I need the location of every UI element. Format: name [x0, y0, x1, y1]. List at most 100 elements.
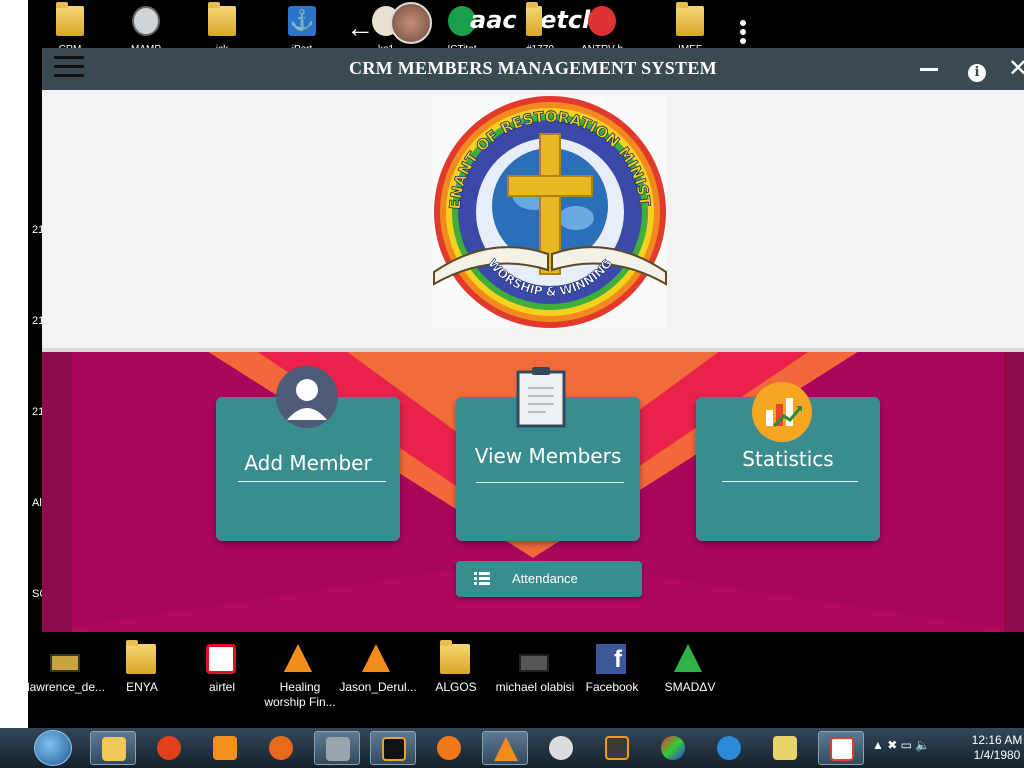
video-icon	[50, 654, 80, 672]
facebook-icon: f	[596, 644, 626, 674]
desktop-icon-algos[interactable]: ALGOS	[416, 640, 496, 724]
desktop-icon-label: lawrence_de...	[26, 680, 106, 694]
title-bar: CRM MEMBERS MANAGEMENT SYSTEM i ✕	[42, 48, 1024, 90]
desktop-icon-jason-derulo[interactable]: Jason_Derul...	[338, 644, 418, 724]
uc-browser-icon	[213, 736, 237, 760]
taskbar-paint[interactable]	[650, 731, 696, 765]
taskbar-sublime[interactable]	[594, 731, 640, 765]
taskbar-firefox[interactable]	[258, 731, 304, 765]
desktop-icon-imef[interactable]: IMEF	[668, 2, 712, 55]
folder-icon	[440, 640, 470, 674]
desktop-icon-label: Facebook	[585, 680, 639, 694]
crm-app-window: CRM MEMBERS MANAGEMENT SYSTEM i ✕ COVENA…	[42, 48, 1024, 632]
card-divider	[238, 481, 386, 482]
close-icon[interactable]: ✕	[1008, 57, 1024, 81]
add-member-label: Add Member	[244, 451, 372, 475]
desktop-icon-airtel[interactable]: airtel	[182, 644, 262, 724]
firefox-icon	[269, 736, 293, 760]
list-icon	[474, 572, 490, 585]
taskbar-java[interactable]	[818, 731, 864, 765]
sublime-icon	[605, 736, 629, 760]
taskbar-disk[interactable]	[314, 731, 360, 765]
desktop-icon-label: Jason_Derul...	[339, 680, 417, 694]
logo-area: COVENANT OF RESTORATION MINISTRIES WORSH…	[42, 90, 1024, 348]
explorer-icon	[102, 737, 126, 761]
desktop-left-strip	[0, 0, 28, 728]
taskbar-uc-browser[interactable]	[202, 731, 248, 765]
desktop-icon-label: Healing worship Fin...	[264, 680, 336, 709]
desktop-icon-facebook[interactable]: f Facebook	[572, 644, 652, 724]
clock-time: 12:16 AM	[971, 733, 1023, 747]
vlc-icon	[362, 644, 392, 674]
folder-icon	[208, 2, 236, 36]
taskbar-explorer[interactable]	[90, 731, 136, 765]
desktop-icon-enya[interactable]: ENYA	[102, 640, 182, 724]
desktop-icon-label: ENYA	[126, 680, 158, 694]
globe-land	[558, 206, 594, 230]
taskbar-mamp[interactable]	[538, 731, 584, 765]
desktop-icon-smadav[interactable]: SMADΔV	[650, 644, 730, 724]
attendance-label: Attendance	[512, 571, 578, 586]
airtel-icon	[206, 644, 236, 674]
files-icon	[773, 736, 797, 760]
vlc-icon	[284, 644, 314, 674]
disk-icon	[326, 737, 350, 761]
mamp-icon	[132, 6, 160, 36]
desktop-bottom-icon-row: lawrence_de... ENYA airtel Healing worsh…	[26, 632, 1024, 728]
vlc-icon	[494, 737, 518, 761]
desktop-icon-label: airtel	[208, 680, 235, 694]
info-icon[interactable]: i	[968, 64, 986, 82]
chart-icon	[752, 382, 812, 442]
app-title: CRM MEMBERS MANAGEMENT SYSTEM	[349, 58, 717, 78]
desktop-icon-lawrence[interactable]: lawrence_de...	[26, 644, 106, 724]
network-icon	[717, 736, 741, 760]
clock-date: 1/4/1980	[973, 748, 1021, 762]
desktop-icon-photo[interactable]	[390, 0, 438, 48]
desktop-icon-michael-olabisi[interactable]: michael olabisi	[495, 644, 575, 724]
desktop-icon-label: michael olabisi	[495, 680, 575, 694]
taskbar-clock[interactable]: 12:16 AM 1/4/1980	[970, 733, 1024, 763]
folder-icon	[676, 2, 704, 36]
taskbar-network[interactable]	[706, 731, 752, 765]
desktop-icon-mamp[interactable]: MAMP	[124, 4, 168, 55]
cross-beam	[507, 175, 593, 197]
paint-icon	[661, 736, 685, 760]
taskbar-browser[interactable]	[146, 731, 192, 765]
browser-icon	[157, 736, 181, 760]
user-avatar-icon	[276, 366, 338, 428]
desktop-left-label: Al	[32, 497, 42, 509]
avast-icon	[437, 736, 461, 760]
minimize-icon[interactable]	[920, 68, 938, 71]
windows-taskbar: ▲ ✖ ▭ 🔈 12:16 AM 1/4/1980	[0, 728, 1024, 768]
intellij-icon	[382, 737, 406, 761]
card-divider	[476, 482, 624, 483]
desktop-icon-ick[interactable]: ick	[200, 2, 244, 55]
shortcut-icon	[588, 6, 616, 36]
folder-icon	[56, 2, 84, 36]
java-icon	[830, 737, 854, 761]
more-options-icon[interactable]	[740, 20, 746, 47]
statistics-label: Statistics	[742, 447, 834, 471]
desktop-top-icon-row: CRM MAMP ick ⚓ iPort ← ko1 ICTitat aac k…	[28, 0, 1024, 55]
taskbar-avast[interactable]	[426, 731, 472, 765]
taskbar-vlc[interactable]	[482, 731, 528, 765]
start-button[interactable]	[34, 730, 72, 766]
system-tray[interactable]: ▲ ✖ ▭ 🔈	[872, 738, 930, 752]
desktop-icon-antrv[interactable]: ANTRV-b	[580, 4, 624, 55]
taskbar-intellij[interactable]	[370, 731, 416, 765]
smadav-icon	[674, 644, 704, 674]
anchor-icon: ⚓	[288, 6, 316, 36]
taskbar-files[interactable]	[762, 731, 808, 765]
folder-icon	[526, 2, 542, 36]
desktop-icon-iport[interactable]: ⚓ iPort	[280, 4, 324, 55]
clipboard-icon	[516, 366, 568, 428]
desktop-icon-label: ALGOS	[435, 680, 477, 694]
card-divider	[722, 481, 858, 482]
desktop-icon-crm[interactable]: CRM	[48, 2, 92, 55]
desktop-icon-1770[interactable]: #1770	[518, 2, 562, 55]
attendance-button[interactable]: Attendance	[456, 561, 642, 597]
mamp-icon	[549, 736, 573, 760]
desktop-icon-healing-worship[interactable]: Healing worship Fin...	[260, 644, 340, 724]
photo-thumbnail-icon	[390, 2, 432, 44]
view-members-label: View Members	[474, 444, 622, 468]
